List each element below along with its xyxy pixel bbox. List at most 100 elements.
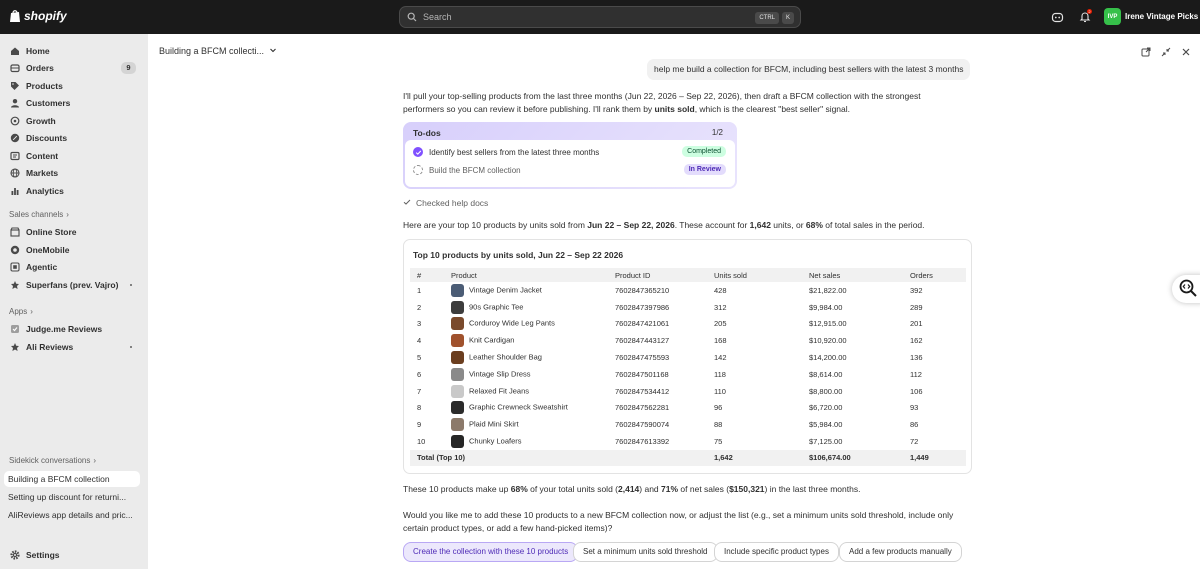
sidebar-item-agentic[interactable]: Agentic [4, 259, 140, 275]
apps-header[interactable]: Apps › [9, 307, 33, 316]
suggestion-min-threshold[interactable]: Set a minimum units sold threshold [573, 542, 718, 562]
product-id: 7602847443127 [615, 336, 670, 346]
table-title: Top 10 products by units sold, Jun 22 – … [413, 250, 624, 260]
close-icon[interactable] [1181, 47, 1191, 57]
text: units, or [770, 220, 806, 230]
sidebar-item-label: Judge.me Reviews [26, 324, 103, 334]
home-icon [10, 46, 20, 56]
sales-channels-header[interactable]: Sales channels › [9, 210, 69, 219]
units-sold-cell: 96 [707, 400, 802, 417]
product-id-cell: 7602847443127 [608, 332, 707, 349]
product-name-cell[interactable]: Vintage Slip Dress [444, 366, 608, 383]
net-sales: $5,984.00 [809, 420, 843, 430]
checked-help-docs-label: Checked help docs [416, 198, 489, 208]
product-id-cell: 7602847397986 [608, 299, 707, 316]
product-name-cell[interactable]: Leather Shoulder Bag [444, 349, 608, 366]
shopify-logo[interactable]: shopify [9, 9, 67, 23]
sidekick-icon[interactable] [1050, 10, 1064, 24]
conversation-title-dropdown[interactable]: Building a BFCM collecti... [159, 46, 277, 56]
product-name: Plaid Mini Skirt [469, 419, 519, 429]
text-bold: 1,642 [749, 220, 771, 230]
product-thumbnail [451, 401, 464, 415]
suggestion-create-collection[interactable]: Create the collection with these 10 prod… [403, 542, 579, 562]
product-name-cell[interactable]: Plaid Mini Skirt [444, 416, 608, 433]
sidebar-item-ali-reviews[interactable]: Ali Reviews [4, 339, 140, 355]
assistant-intro-line-2: performers so you can review it before p… [403, 103, 850, 116]
sidebar-item-settings[interactable]: Settings [4, 547, 140, 563]
text: . These account for [674, 220, 750, 230]
shopify-bag-icon [10, 10, 20, 22]
share-text: These 10 products make up 68% of your to… [403, 483, 860, 496]
sidebar-item-online-store[interactable]: Online Store [4, 224, 140, 240]
row-number: 3 [417, 319, 422, 329]
conversation-item-active[interactable]: Building a BFCM collection [4, 471, 140, 487]
product-id: 7602847534412 [615, 386, 670, 396]
sidebar-item-label: Home [26, 46, 50, 56]
sidebar-item-content[interactable]: Content [4, 148, 140, 164]
column-header: Product ID [608, 268, 707, 282]
open-external-icon[interactable] [1141, 47, 1151, 57]
units-sold: 312 [714, 302, 727, 312]
text: These 10 products make up [403, 484, 511, 494]
sidebar-item-customers[interactable]: Customers [4, 95, 140, 111]
text: , which is the clearest "best seller" si… [694, 104, 851, 114]
section-label: Sidekick conversations [9, 456, 91, 465]
product-name-cell[interactable]: Corduroy Wide Leg Pants [444, 316, 608, 333]
product-id-cell: 7602847475593 [608, 349, 707, 366]
product-id-cell: 7602847613392 [608, 433, 707, 450]
store-switcher[interactable]: IVP Irene Vintage Picks [1104, 8, 1198, 25]
status-dot [130, 284, 132, 286]
units-sold-cell: 168 [707, 332, 802, 349]
sidebar-item-superfans[interactable]: Superfans (prev. Vajro) [4, 277, 140, 293]
sidebar-item-products[interactable]: Products [4, 78, 140, 94]
checked-help-docs[interactable]: Checked help docs [403, 198, 488, 208]
net-sales: $21,822.00 [809, 285, 847, 295]
product-id-cell: 7602847365210 [608, 282, 707, 299]
suggestion-product-types[interactable]: Include specific product types [714, 542, 839, 562]
sidebar-item-analytics[interactable]: Analytics [4, 183, 140, 199]
table-total-row: Total (Top 10) 1,642 $106,674.00 1,449 [410, 449, 966, 466]
sidebar-item-growth[interactable]: Growth [4, 113, 140, 129]
conversation-item[interactable]: AliReviews app details and pric... [4, 507, 140, 523]
sidebar-item-label: OneMobile [26, 245, 70, 255]
product-name-cell[interactable]: 90s Graphic Tee [444, 299, 608, 316]
table-row: 10 Chunky Loafers 7602847613392 75 $7,125.00… [410, 433, 966, 450]
conversation-item[interactable]: Setting up discount for returni... [4, 489, 140, 505]
notification-badge: 2 [1087, 9, 1092, 14]
bar-chart-icon [10, 186, 20, 196]
store-icon [10, 227, 20, 237]
units-sold: 428 [714, 285, 727, 295]
product-name-cell[interactable]: Chunky Loafers [444, 433, 608, 450]
sidebar-item-label: Ali Reviews [26, 342, 74, 352]
sidekick-conversations-header[interactable]: Sidekick conversations › [9, 456, 96, 465]
product-name-cell[interactable]: Graphic Crewneck Sweatshirt [444, 400, 608, 417]
product-name-cell[interactable]: Knit Cardigan [444, 332, 608, 349]
suggestion-add-manually[interactable]: Add a few products manually [839, 542, 962, 562]
product-thumbnail [451, 418, 464, 432]
sidebar-item-label: Discounts [26, 133, 68, 143]
product-name-cell[interactable]: Vintage Denim Jacket [444, 282, 608, 299]
net-sales-cell: $5,984.00 [802, 416, 903, 433]
sidebar-item-home[interactable]: Home [4, 43, 140, 59]
chevron-right-icon: › [30, 307, 33, 316]
sidebar-item-label: Online Store [26, 227, 77, 237]
search-bar[interactable]: Search CTRL K [399, 6, 801, 28]
product-name-cell[interactable]: Relaxed Fit Jeans [444, 383, 608, 400]
product-name: Graphic Crewneck Sweatshirt [469, 402, 568, 412]
product-id: 7602847475593 [615, 353, 670, 363]
row-number-cell: 10 [410, 433, 444, 450]
net-sales: $8,614.00 [809, 369, 843, 379]
collapse-icon[interactable] [1161, 47, 1171, 57]
product-thumbnail [451, 317, 464, 331]
sidebar-item-markets[interactable]: Markets [4, 165, 140, 181]
sidebar-item-judgeme[interactable]: Judge.me Reviews [4, 321, 140, 337]
todo-item-label: Build the BFCM collection [429, 165, 521, 175]
sidebar-item-onemobile[interactable]: OneMobile [4, 242, 140, 258]
orders-cell: 86 [903, 416, 966, 433]
inspect-tool-button[interactable] [1172, 275, 1200, 303]
sidebar-item-discounts[interactable]: Discounts [4, 130, 140, 146]
sidebar-item-orders[interactable]: Orders 9 [4, 60, 140, 76]
product-id-cell: 7602847590074 [608, 416, 707, 433]
table-body: 1 Vintage Denim Jacket 7602847365210 428 $21… [410, 282, 966, 466]
orders-cell: 93 [903, 400, 966, 417]
